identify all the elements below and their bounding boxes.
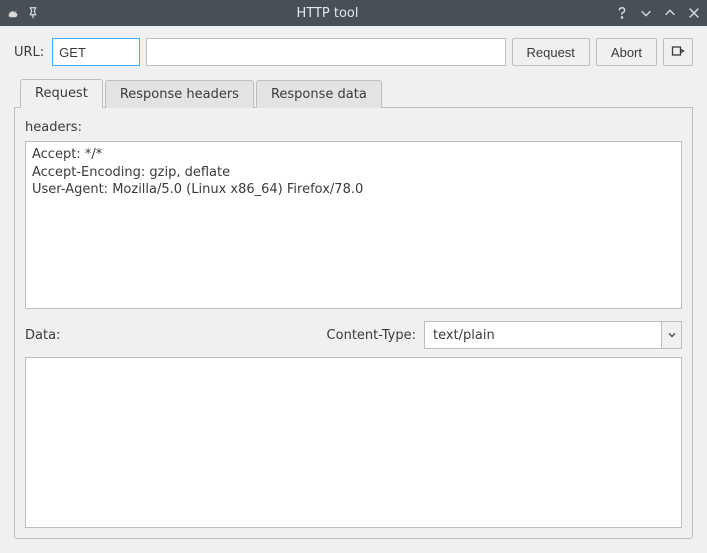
data-textarea[interactable] — [25, 357, 682, 528]
send-icon-button[interactable] — [663, 38, 693, 66]
data-label: Data: — [25, 328, 60, 343]
request-panel: headers: Data: Content-Type: text/plain — [14, 108, 693, 539]
content-type-label: Content-Type: — [327, 328, 416, 343]
help-icon[interactable] — [615, 6, 629, 20]
tab-response-headers[interactable]: Response headers — [105, 80, 254, 108]
window-title: HTTP tool — [44, 6, 611, 21]
http-method-combo[interactable] — [52, 38, 140, 66]
app-icon — [6, 6, 20, 20]
headers-textarea[interactable] — [25, 141, 682, 309]
tab-request[interactable]: Request — [20, 79, 103, 108]
tab-response-data[interactable]: Response data — [256, 80, 382, 108]
close-icon[interactable] — [687, 6, 701, 20]
content-type-select[interactable]: text/plain — [424, 321, 682, 349]
content-type-value: text/plain — [425, 322, 661, 348]
minimize-icon[interactable] — [639, 6, 653, 20]
content-type-dropdown[interactable] — [661, 322, 681, 348]
pin-icon[interactable] — [26, 6, 40, 20]
abort-button[interactable]: Abort — [596, 38, 657, 66]
url-input[interactable] — [146, 38, 505, 66]
tabbar: Request Response headers Response data — [14, 78, 693, 108]
url-label: URL: — [14, 38, 46, 66]
request-button[interactable]: Request — [512, 38, 590, 66]
maximize-icon[interactable] — [663, 6, 677, 20]
titlebar: HTTP tool — [0, 0, 707, 26]
send-icon — [671, 44, 685, 61]
headers-label: headers: — [25, 120, 682, 135]
